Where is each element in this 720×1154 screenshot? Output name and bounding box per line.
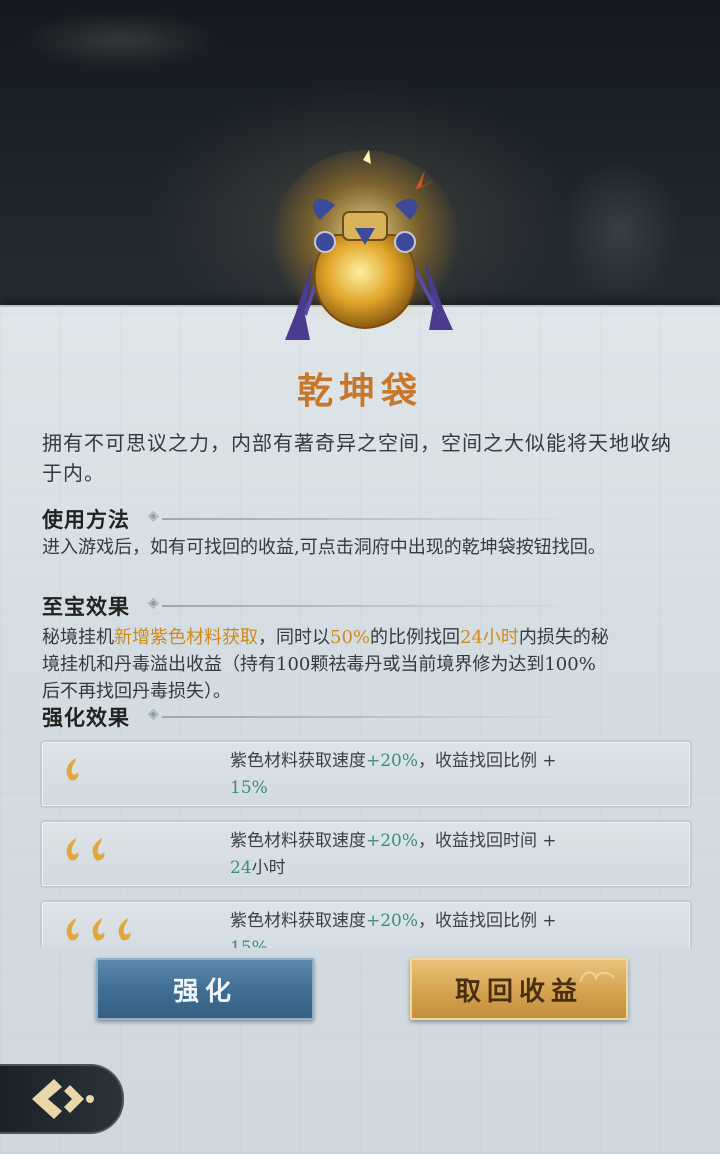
- enhance-row: 紫色材料获取速度+20%，收益找回比例 +15%: [40, 900, 692, 948]
- enhance-row: 紫色材料获取速度+20%，收益找回比例 +15%: [40, 740, 692, 808]
- effect-text: 秘境挂机新增紫色材料获取，同时以50%的比例找回24小时内损失的秘境挂机和丹毒溢…: [42, 627, 609, 702]
- enhance-list[interactable]: 紫色材料获取速度+20%，收益找回比例 +15% 紫色材料获取速度+20%，收益…: [38, 738, 692, 948]
- divider-ornament-icon: ◈: [148, 508, 159, 524]
- flame-mark-icon: [92, 838, 105, 861]
- section-divider: [162, 518, 582, 520]
- enhance-row: 紫色材料获取速度+20%，收益找回时间 +24小时: [40, 820, 692, 888]
- retrieve-button-label: 取回收益: [454, 976, 583, 1007]
- level-marks: [62, 756, 82, 782]
- enhance-button[interactable]: 强化: [96, 958, 314, 1020]
- enhance-row-text: 紫色材料获取速度+20%，收益找回比例 +15%: [230, 911, 557, 948]
- flame-mark-icon: [66, 758, 79, 781]
- back-arrow-icon: [32, 1079, 94, 1119]
- flame-mark-icon: [118, 918, 131, 941]
- item-title: 乾坤袋: [296, 370, 423, 412]
- flame-mark-icon: [66, 838, 79, 861]
- back-button[interactable]: [0, 1064, 124, 1134]
- enhance-row-text: 紫色材料获取速度+20%，收益找回比例 +15%: [230, 751, 557, 798]
- usage-text: 进入游戏后，如有可找回的收益,可点击洞府中出现的乾坤袋按钮找回。: [42, 537, 606, 558]
- treasure-pouch-icon: [265, 150, 465, 350]
- divider-ornament-icon: ◈: [148, 706, 159, 722]
- level-marks: [62, 836, 108, 862]
- enhance-row-text: 紫色材料获取速度+20%，收益找回时间 +24小时: [230, 831, 557, 878]
- level-marks: [62, 916, 134, 942]
- divider-ornament-icon: ◈: [148, 595, 159, 611]
- enhance-heading: 强化效果: [42, 705, 130, 730]
- section-divider: [162, 716, 582, 718]
- effect-heading: 至宝效果: [42, 594, 130, 619]
- flame-mark-icon: [92, 918, 105, 941]
- section-divider: [162, 605, 582, 607]
- retrieve-earnings-button[interactable]: 取回收益: [410, 958, 628, 1020]
- flame-mark-icon: [66, 918, 79, 941]
- item-description: 拥有不可思议之力，内部有著奇异之空间，空间之大似能将天地收纳于内。: [42, 431, 672, 485]
- enhance-button-label: 强化: [172, 976, 237, 1007]
- cloud-ornament-icon: [579, 971, 615, 983]
- usage-heading: 使用方法: [42, 507, 130, 532]
